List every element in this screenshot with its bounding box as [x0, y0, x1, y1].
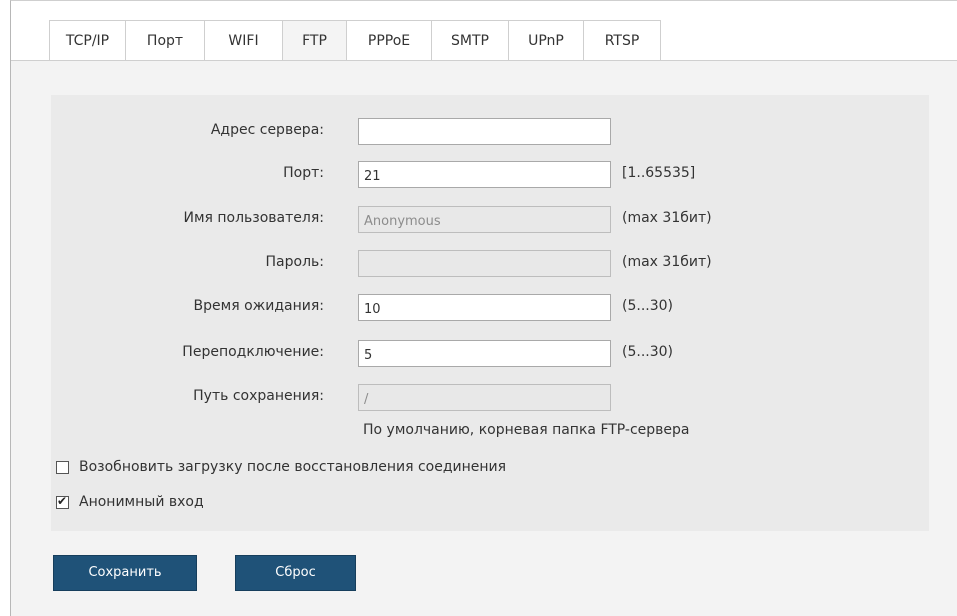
anonymous-option[interactable]: ✔ Анонимный вход — [56, 492, 204, 512]
tab-ftp[interactable]: FTP — [282, 20, 347, 61]
timeout-row: Время ожидания: (5...30) — [51, 294, 929, 322]
reconnect-hint: (5...30) — [622, 344, 673, 360]
password-label: Пароль: — [265, 254, 324, 270]
tab-port[interactable]: Порт — [125, 20, 205, 61]
timeout-label: Время ожидания: — [193, 298, 324, 314]
tab-rtsp[interactable]: RTSP — [583, 20, 661, 61]
password-hint: (max 31бит) — [622, 254, 712, 270]
reconnect-row: Переподключение: (5...30) — [51, 340, 929, 368]
port-row: Порт: [1..65535] — [51, 161, 929, 189]
checkmark-icon: ✔ — [57, 493, 68, 508]
resume-checkbox[interactable] — [56, 460, 69, 474]
resume-label: Возобновить загрузку после восстановлени… — [79, 459, 507, 475]
server-row: Адрес сервера: — [51, 118, 929, 146]
save-path-row: Путь сохранения: — [51, 384, 929, 412]
port-range-hint: [1..65535] — [622, 165, 696, 181]
resume-option[interactable]: Возобновить загрузку после восстановлени… — [56, 457, 506, 477]
tab-pppoe[interactable]: PPPoE — [346, 20, 432, 61]
password-row: Пароль: (max 31бит) — [51, 250, 929, 278]
anonymous-checkbox[interactable]: ✔ — [56, 493, 69, 509]
username-hint: (max 31бит) — [622, 210, 712, 226]
save-button[interactable]: Сохранить — [53, 555, 197, 591]
tab-wifi[interactable]: WIFI — [204, 20, 283, 61]
tab-bar: TCP/IP Порт WIFI FTP PPPoE SMTP UPnP RTS… — [49, 20, 661, 61]
save-path-input[interactable] — [358, 384, 611, 411]
timeout-hint: (5...30) — [622, 298, 673, 314]
anonymous-label: Анонимный вход — [79, 494, 204, 510]
reset-button[interactable]: Сброс — [235, 555, 356, 591]
port-input[interactable] — [358, 161, 611, 188]
server-address-input[interactable] — [358, 118, 611, 145]
username-row: Имя пользователя: (max 31бит) — [51, 206, 929, 234]
username-input[interactable] — [358, 206, 611, 233]
password-input[interactable] — [358, 250, 611, 277]
tab-tcpip[interactable]: TCP/IP — [49, 20, 126, 61]
save-path-label: Путь сохранения: — [193, 388, 324, 404]
save-path-note: По умолчанию, корневая папка FTP-сервера — [363, 422, 690, 438]
port-label: Порт: — [283, 165, 324, 181]
timeout-input[interactable] — [358, 294, 611, 321]
reconnect-label: Переподключение: — [182, 344, 324, 360]
tab-upnp[interactable]: UPnP — [508, 20, 584, 61]
tab-smtp[interactable]: SMTP — [431, 20, 509, 61]
reconnect-input[interactable] — [358, 340, 611, 367]
username-label: Имя пользователя: — [183, 210, 324, 226]
server-label: Адрес сервера: — [210, 122, 324, 138]
